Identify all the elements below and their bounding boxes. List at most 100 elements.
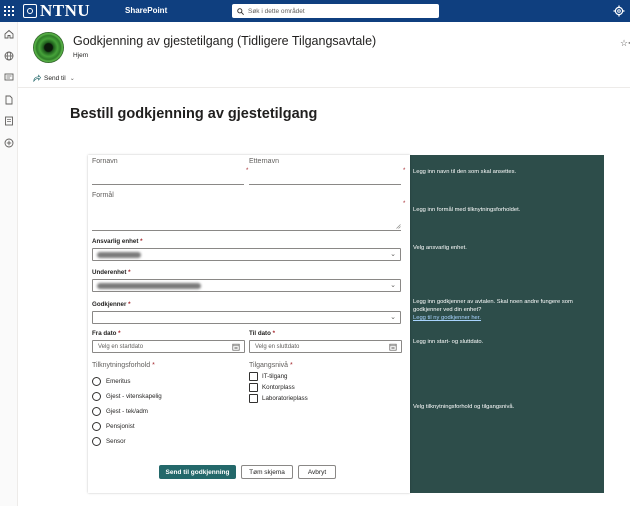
radio-label: Emeritus (106, 378, 131, 385)
access-level-label: Tilgangsnivå * (249, 362, 293, 369)
request-form (88, 155, 410, 493)
end-date-picker[interactable]: Velg en sluttdato (249, 340, 402, 353)
help-name: Legg inn navn til den som skal ansettes. (413, 169, 517, 175)
radio-circle[interactable] (92, 422, 101, 431)
checkbox-label: Laboratorieplass (262, 395, 308, 402)
checkbox-it-tilgang[interactable]: IT-tilgang (249, 372, 287, 381)
search-input[interactable]: Søk i dette området (232, 4, 439, 18)
subunit-select[interactable]: ⌄ (92, 279, 401, 292)
approver-label-text: Godkjenner (92, 301, 127, 308)
redacted-value (97, 252, 141, 258)
app-launcher-icon[interactable] (0, 0, 18, 22)
suite-bar: NTNU SharePoint Søk i dette området (0, 0, 630, 22)
cancel-button[interactable]: Avbryt (298, 465, 336, 479)
required-marker: * (118, 330, 121, 337)
radio-emeritus[interactable]: Emeritus (92, 377, 130, 386)
site-logo[interactable] (33, 32, 64, 63)
search-placeholder: Søk i dette området (248, 7, 305, 15)
help-unit: Velg ansvarlig enhet. (413, 245, 467, 251)
share-icon (33, 74, 41, 82)
chevron-down-icon: ⌄ (390, 251, 396, 258)
first-name-field[interactable] (92, 184, 244, 185)
purpose-label: Formål (92, 192, 114, 199)
chevron-down-icon: ⌄ (390, 314, 396, 321)
home-icon[interactable] (4, 29, 14, 39)
start-date-placeholder: Velg en startdato (98, 343, 144, 350)
access-level-label-text: Tilgangsnivå (249, 362, 289, 369)
radio-label: Gjest - vitenskapelig (106, 393, 162, 400)
help-purpose: Legg inn formål med tilknytningsforholde… (413, 207, 521, 213)
subunit-label-text: Underenhet (92, 269, 127, 276)
to-date-label: Til dato * (249, 330, 275, 337)
page-title: Bestill godkjenning av gjestetilgang (70, 106, 318, 122)
radio-label: Sensor (106, 438, 126, 445)
send-to-button[interactable]: Send til ⌄ (33, 74, 75, 82)
resize-handle-icon[interactable] (396, 224, 401, 229)
calendar-icon[interactable] (389, 343, 397, 351)
app-name[interactable]: SharePoint (125, 6, 167, 15)
submit-button[interactable]: Send til godkjenning (159, 465, 236, 479)
radio-pensjonist[interactable]: Pensjonist (92, 422, 135, 431)
ntnu-mark-icon (23, 4, 37, 18)
favorite-icon[interactable]: ☆< (620, 38, 630, 49)
radio-circle[interactable] (92, 437, 101, 446)
required-marker: * (152, 362, 155, 369)
start-date-picker[interactable]: Velg en startdato (92, 340, 245, 353)
checkbox-label: IT-tilgang (262, 373, 288, 380)
command-bar (18, 70, 630, 88)
checkbox-box[interactable] (249, 394, 258, 403)
radio-circle[interactable] (92, 392, 101, 401)
help-approver: Legg inn godkjenner av avtalen. Skal noe… (413, 298, 601, 322)
redacted-value (97, 283, 201, 289)
radio-sensor[interactable]: Sensor (92, 437, 126, 446)
responsible-unit-label-text: Ansvarlig enhet (92, 238, 139, 245)
calendar-icon[interactable] (232, 343, 240, 351)
nav-home-link[interactable]: Hjem (73, 52, 88, 59)
help-dates: Legg inn start- og sluttdato. (413, 339, 484, 345)
from-date-label-text: Fra dato (92, 330, 117, 337)
responsible-unit-label: Ansvarlig enhet * (92, 238, 143, 245)
radio-gjest-tek-adm[interactable]: Gjest - tek/adm (92, 407, 148, 416)
required-marker: * (290, 362, 293, 369)
help-affiliation: Velg tilknytningsforhold og tilgangsnivå… (413, 404, 515, 410)
checkbox-label: Kontorplass (262, 384, 295, 391)
from-date-label: Fra dato * (92, 330, 121, 337)
required-marker: * (128, 301, 131, 308)
radio-label: Gjest - tek/adm (106, 408, 148, 415)
approver-select[interactable]: ⌄ (92, 311, 401, 324)
last-name-field[interactable] (249, 184, 401, 185)
checkbox-box[interactable] (249, 372, 258, 381)
required-marker: * (272, 330, 276, 337)
add-approver-link[interactable]: Legg til ny godkjenner her. (413, 315, 481, 321)
site-title[interactable]: Godkjenning av gjestetilgang (Tidligere … (73, 34, 376, 48)
required-marker: * (403, 201, 406, 207)
help-approver-text: Legg inn godkjenner av avtalen. Skal noe… (413, 299, 573, 313)
ntnu-logo[interactable]: NTNU (23, 1, 91, 20)
required-marker: * (246, 168, 249, 174)
radio-circle[interactable] (92, 407, 101, 416)
chevron-down-icon: ⌄ (390, 282, 396, 289)
approver-label: Godkjenner * (92, 301, 131, 308)
affiliation-label-text: Tilknytningsforhold (92, 362, 151, 369)
app-bar (0, 22, 18, 506)
create-icon[interactable] (4, 138, 14, 148)
globe-icon[interactable] (4, 51, 14, 61)
clear-form-button[interactable]: Tøm skjema (241, 465, 293, 479)
radio-circle[interactable] (92, 377, 101, 386)
required-marker: * (140, 238, 143, 245)
gear-icon[interactable] (613, 5, 625, 17)
brand-text: NTNU (40, 1, 91, 20)
news-icon[interactable] (4, 72, 14, 82)
first-name-label: Fornavn (92, 158, 118, 165)
radio-label: Pensjonist (106, 423, 135, 430)
document-icon[interactable] (4, 95, 14, 105)
radio-gjest-vitenskapelig[interactable]: Gjest - vitenskapelig (92, 392, 162, 401)
affiliation-label: Tilknytningsforhold * (92, 362, 155, 369)
checkbox-laboratorieplass[interactable]: Laboratorieplass (249, 394, 308, 403)
lists-icon[interactable] (4, 116, 14, 126)
checkbox-kontorplass[interactable]: Kontorplass (249, 383, 295, 392)
checkbox-box[interactable] (249, 383, 258, 392)
responsible-unit-select[interactable]: ⌄ (92, 248, 401, 261)
purpose-field[interactable] (92, 230, 401, 231)
required-marker: * (128, 269, 131, 276)
